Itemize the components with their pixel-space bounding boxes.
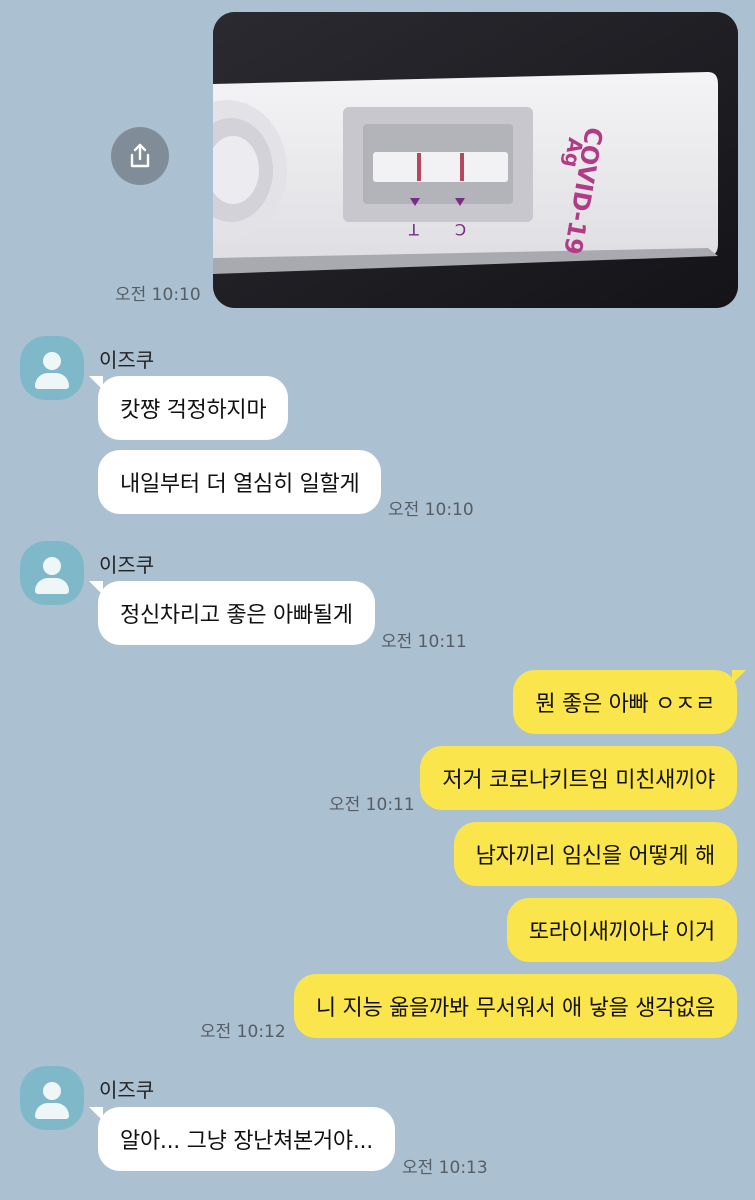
avatar[interactable]: [20, 1066, 84, 1130]
message-bubble-in[interactable]: 내일부터 더 열심히 일할게: [98, 450, 382, 514]
timestamp: 오전 10:10: [388, 500, 474, 520]
timestamp: 오전 10:10: [115, 285, 201, 305]
marker-t-label: T: [409, 220, 419, 239]
share-icon: [130, 143, 150, 168]
message-bubble-in[interactable]: 캇쨩 걱정하지마: [89, 376, 289, 440]
sender-name: 이즈쿠: [99, 348, 155, 372]
shared-photo[interactable]: T C COVID-19 Ag: [213, 12, 738, 308]
share-button[interactable]: [111, 127, 169, 185]
sender-name: 이즈쿠: [99, 553, 155, 577]
brand-text-ag: Ag: [559, 135, 588, 170]
message-text: 알아... 그냥 장난쳐본거야...: [120, 1129, 373, 1154]
sender-name: 이즈쿠: [99, 1078, 155, 1102]
message-text: 내일부터 더 열심히 일할게: [120, 472, 360, 497]
message-bubble-out[interactable]: 뭔 좋은 아빠 ㅇㅈㄹ: [513, 670, 746, 734]
person-icon: [43, 557, 61, 575]
timestamp: 오전 10:11: [381, 632, 467, 652]
message-text: 또라이새끼아냐 이거: [528, 920, 715, 945]
timestamp: 오전 10:13: [402, 1158, 488, 1178]
message-text: 정신차리고 좋은 아빠될게: [120, 603, 353, 628]
message-text: 저거 코로나키트임 미친새끼야: [442, 768, 715, 793]
timestamp: 오전 10:12: [200, 1022, 286, 1042]
message-text: 뭔 좋은 아빠 ㅇㅈㄹ: [535, 692, 715, 717]
covid-test-image: [213, 12, 738, 308]
message-bubble-out[interactable]: 또라이새끼아냐 이거: [506, 898, 737, 962]
message-bubble-out[interactable]: 니 지능 옮을까봐 무서워서 애 낳을 생각없음: [293, 974, 737, 1038]
marker-c-label: C: [455, 220, 467, 239]
message-bubble-out[interactable]: 남자끼리 임신을 어떻게 해: [453, 822, 737, 886]
message-bubble-out[interactable]: 저거 코로나키트임 미친새끼야: [420, 746, 737, 810]
message-bubble-in[interactable]: 정신차리고 좋은 아빠될게: [89, 581, 375, 645]
message-text: 니 지능 옮을까봐 무서워서 애 낳을 생각없음: [315, 996, 715, 1021]
message-text: 남자끼리 임신을 어떻게 해: [475, 844, 716, 869]
message-text: 캇쨩 걱정하지마: [120, 398, 267, 423]
person-icon: [43, 352, 61, 370]
message-bubble-in[interactable]: 알아... 그냥 장난쳐본거야...: [89, 1107, 395, 1171]
person-icon: [43, 1082, 61, 1100]
timestamp: 오전 10:11: [329, 795, 415, 815]
avatar[interactable]: [20, 541, 84, 605]
avatar[interactable]: [20, 336, 84, 400]
